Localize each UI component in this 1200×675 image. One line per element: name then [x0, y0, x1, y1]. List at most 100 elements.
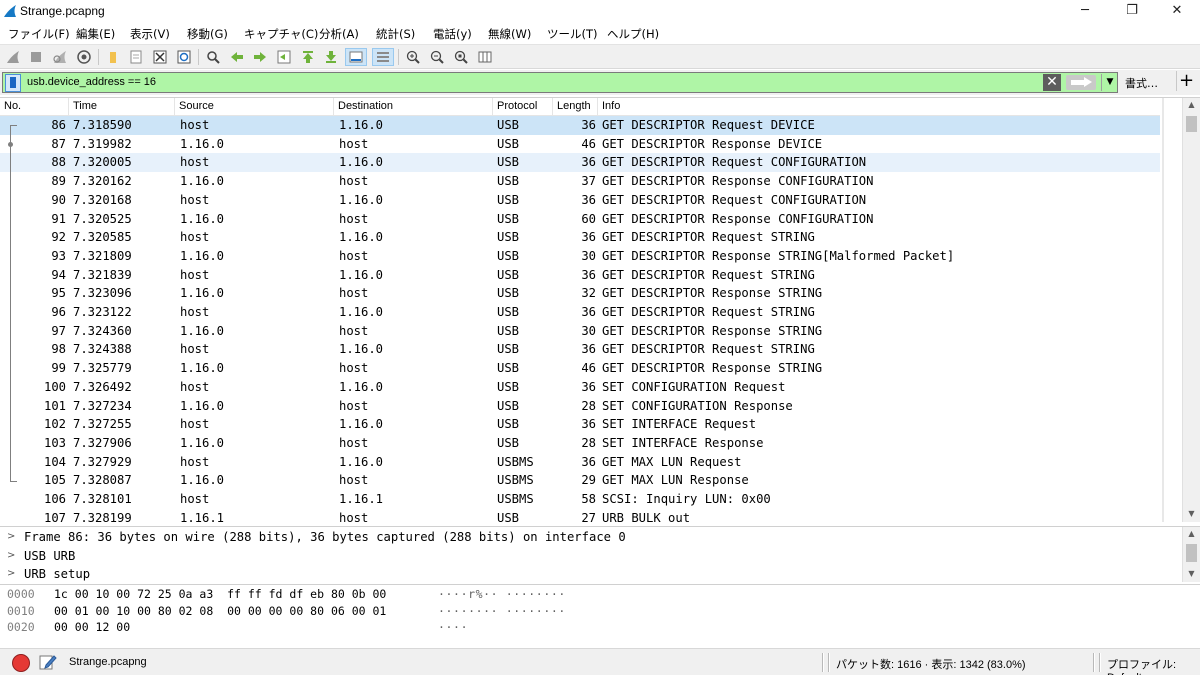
restart-capture-icon[interactable]	[51, 48, 69, 66]
display-filter-input[interactable]: usb.device_address == 16	[27, 76, 156, 88]
packet-row[interactable]: 107 7.328199 1.16.1 host USB 27 URB_BULK out	[0, 509, 1160, 522]
expand-chevron-icon[interactable]: >	[7, 565, 15, 582]
packet-rows: 86 7.318590 host 1.16.0 USB 36 GET DESCRIPTOR …	[0, 116, 1160, 522]
column-header-time[interactable]: Time	[69, 98, 175, 116]
byte-ascii[interactable]: ····	[438, 619, 468, 636]
packet-row[interactable]: 89 7.320162 1.16.0 host USB 37 GET DESCRIPTOR …	[0, 172, 1160, 191]
capture-options-icon[interactable]	[75, 48, 93, 66]
expert-info-icon[interactable]	[12, 654, 30, 672]
byte-offset: 0020	[7, 620, 35, 634]
filter-history-dropdown[interactable]: ▼	[1101, 74, 1118, 91]
packet-row[interactable]: 88 7.320005 host 1.16.0 USB 36 GET DESCRIPTOR …	[0, 153, 1160, 173]
scroll-up-arrow[interactable]: ▲	[1183, 98, 1200, 112]
packet-row[interactable]: 96 7.323122 host 1.16.0 USB 36 GET DESCRIPTOR …	[0, 303, 1160, 322]
byte-offset: 0000	[7, 587, 35, 601]
menu-capture[interactable]: キャプチャ(C)	[244, 26, 318, 42]
auto-scroll-icon[interactable]	[345, 48, 367, 66]
byte-hex[interactable]: 1c 00 10 00 72 25 0a a3 ff ff fd df eb 8…	[54, 586, 386, 603]
status-profile[interactable]: プロファイル: Default	[1107, 656, 1200, 675]
column-header-no[interactable]: No.	[0, 98, 69, 116]
packet-row[interactable]: 87 7.319982 1.16.0 host USB 46 GET DESCRIPTOR …	[0, 135, 1160, 154]
resize-columns-icon[interactable]	[476, 48, 494, 66]
packet-row[interactable]: 105 7.328087 1.16.0 host USBMS 29 GET MAX LUN …	[0, 471, 1160, 490]
packet-no: 90	[51, 192, 66, 207]
scroll-thumb[interactable]	[1186, 116, 1197, 132]
expression-button[interactable]: 書式…	[1125, 75, 1158, 91]
apply-filter-arrow-icon[interactable]	[1066, 75, 1096, 90]
packet-row[interactable]: 94 7.321839 host 1.16.0 USB 36 GET DESCRIPTOR …	[0, 266, 1160, 285]
packet-no: 94	[51, 267, 66, 282]
go-last-icon[interactable]	[322, 48, 340, 66]
menu-help[interactable]: ヘルプ(H)	[607, 26, 659, 42]
menu-wireless[interactable]: 無線(W)	[488, 26, 531, 42]
packet-row[interactable]: 90 7.320168 host 1.16.0 USB 36 GET DESCRIPTOR …	[0, 191, 1160, 210]
bookmark-icon[interactable]	[5, 74, 21, 92]
add-filter-button[interactable]: +	[1176, 71, 1196, 91]
byte-ascii[interactable]: ········ ········	[438, 603, 566, 620]
scroll-down-arrow[interactable]: ▼	[1183, 507, 1200, 521]
zoom-out-icon[interactable]	[428, 48, 446, 66]
reload-file-icon[interactable]	[175, 48, 193, 66]
column-header-protocol[interactable]: Protocol	[493, 98, 553, 116]
go-back-icon[interactable]	[228, 48, 246, 66]
packet-row[interactable]: 106 7.328101 host 1.16.1 USBMS 58 SCSI: Inquir…	[0, 490, 1160, 509]
packet-row[interactable]: 103 7.327906 1.16.0 host USB 28 SET INTERFACE …	[0, 434, 1160, 453]
go-to-packet-icon[interactable]	[275, 48, 293, 66]
column-header-info[interactable]: Info	[598, 98, 1160, 116]
find-packet-icon[interactable]	[204, 48, 222, 66]
expand-chevron-icon[interactable]: >	[7, 528, 15, 547]
capture-comment-icon[interactable]	[39, 653, 57, 671]
close-window-button[interactable]: ✕	[1154, 0, 1200, 23]
packet-row[interactable]: 92 7.320585 host 1.16.0 USB 36 GET DESCRIPTOR …	[0, 228, 1160, 247]
packet-row[interactable]: 91 7.320525 1.16.0 host USB 60 GET DESCRIPTOR …	[0, 210, 1160, 229]
close-file-icon[interactable]	[151, 48, 169, 66]
packet-row[interactable]: 95 7.323096 1.16.0 host USB 32 GET DESCRIPTOR …	[0, 284, 1160, 303]
packet-row[interactable]: 100 7.326492 host 1.16.0 USB 36 SET CONFIGURAT…	[0, 378, 1160, 397]
packet-row[interactable]: 98 7.324388 host 1.16.0 USB 36 GET DESCRIPTOR …	[0, 340, 1160, 359]
packet-list-scrollbar[interactable]: ▲ ▼	[1182, 98, 1200, 522]
packet-info: GET DESCRIPTOR Response STRING	[602, 286, 823, 301]
go-first-icon[interactable]	[299, 48, 317, 66]
byte-hex[interactable]: 00 01 00 10 00 80 02 08 00 00 00 00 80 0…	[54, 603, 386, 620]
open-file-icon[interactable]	[104, 48, 122, 66]
scroll-thumb[interactable]	[1186, 544, 1197, 562]
menu-telephony[interactable]: 電話(y)	[433, 26, 472, 42]
minimize-button[interactable]: ─	[1062, 0, 1108, 23]
byte-ascii[interactable]: ····r%·· ········	[438, 586, 566, 603]
menu-analyze[interactable]: 分析(A)	[319, 26, 359, 42]
scroll-up-arrow[interactable]: ▲	[1183, 527, 1200, 541]
packet-row[interactable]: 97 7.324360 1.16.0 host USB 30 GET DESCRIPTOR …	[0, 322, 1160, 341]
column-header-destination[interactable]: Destination	[334, 98, 493, 116]
packet-source: host	[180, 267, 210, 282]
start-capture-icon[interactable]	[4, 48, 22, 66]
column-header-source[interactable]: Source	[175, 98, 334, 116]
column-header-length[interactable]: Length	[553, 98, 598, 116]
menu-file[interactable]: ファイル(F)	[8, 26, 70, 42]
stop-capture-icon[interactable]	[27, 48, 45, 66]
menu-view[interactable]: 表示(V)	[130, 26, 170, 42]
maximize-button[interactable]: ❐	[1109, 0, 1155, 23]
packet-row[interactable]: 104 7.327929 host 1.16.0 USBMS 36 GET MAX LUN …	[0, 453, 1160, 472]
packet-row[interactable]: 101 7.327234 1.16.0 host USB 28 SET CONFIGURAT…	[0, 397, 1160, 416]
clear-filter-button[interactable]: ✕	[1043, 74, 1061, 91]
details-scrollbar[interactable]: ▲ ▼	[1182, 527, 1200, 582]
byte-hex[interactable]: 00 00 12 00	[54, 619, 130, 636]
zoom-in-icon[interactable]	[404, 48, 422, 66]
save-file-icon[interactable]	[127, 48, 145, 66]
scroll-down-arrow[interactable]: ▼	[1183, 567, 1200, 581]
menu-tools[interactable]: ツール(T)	[547, 26, 598, 42]
colorize-icon[interactable]	[372, 48, 394, 66]
menu-go[interactable]: 移動(G)	[187, 26, 228, 42]
packet-row[interactable]: 102 7.327255 host 1.16.0 USB 36 SET INTERFACE …	[0, 415, 1160, 434]
menu-edit[interactable]: 編集(E)	[76, 26, 115, 42]
packet-row[interactable]: 93 7.321809 1.16.0 host USB 30 GET DESCRIPTOR …	[0, 247, 1160, 266]
packet-row[interactable]: 99 7.325779 1.16.0 host USB 46 GET DESCRIPTOR …	[0, 359, 1160, 378]
menu-statistics[interactable]: 統計(S)	[376, 26, 415, 42]
packet-no: 88	[51, 155, 66, 170]
packet-row[interactable]: 86 7.318590 host 1.16.0 USB 36 GET DESCRIPTOR …	[0, 116, 1160, 135]
zoom-normal-icon[interactable]	[452, 48, 470, 66]
go-forward-icon[interactable]	[251, 48, 269, 66]
expand-chevron-icon[interactable]: >	[7, 547, 15, 566]
packet-info: SCSI: Inquiry LUN: 0x00	[602, 492, 771, 506]
packet-length: 36	[581, 454, 596, 469]
